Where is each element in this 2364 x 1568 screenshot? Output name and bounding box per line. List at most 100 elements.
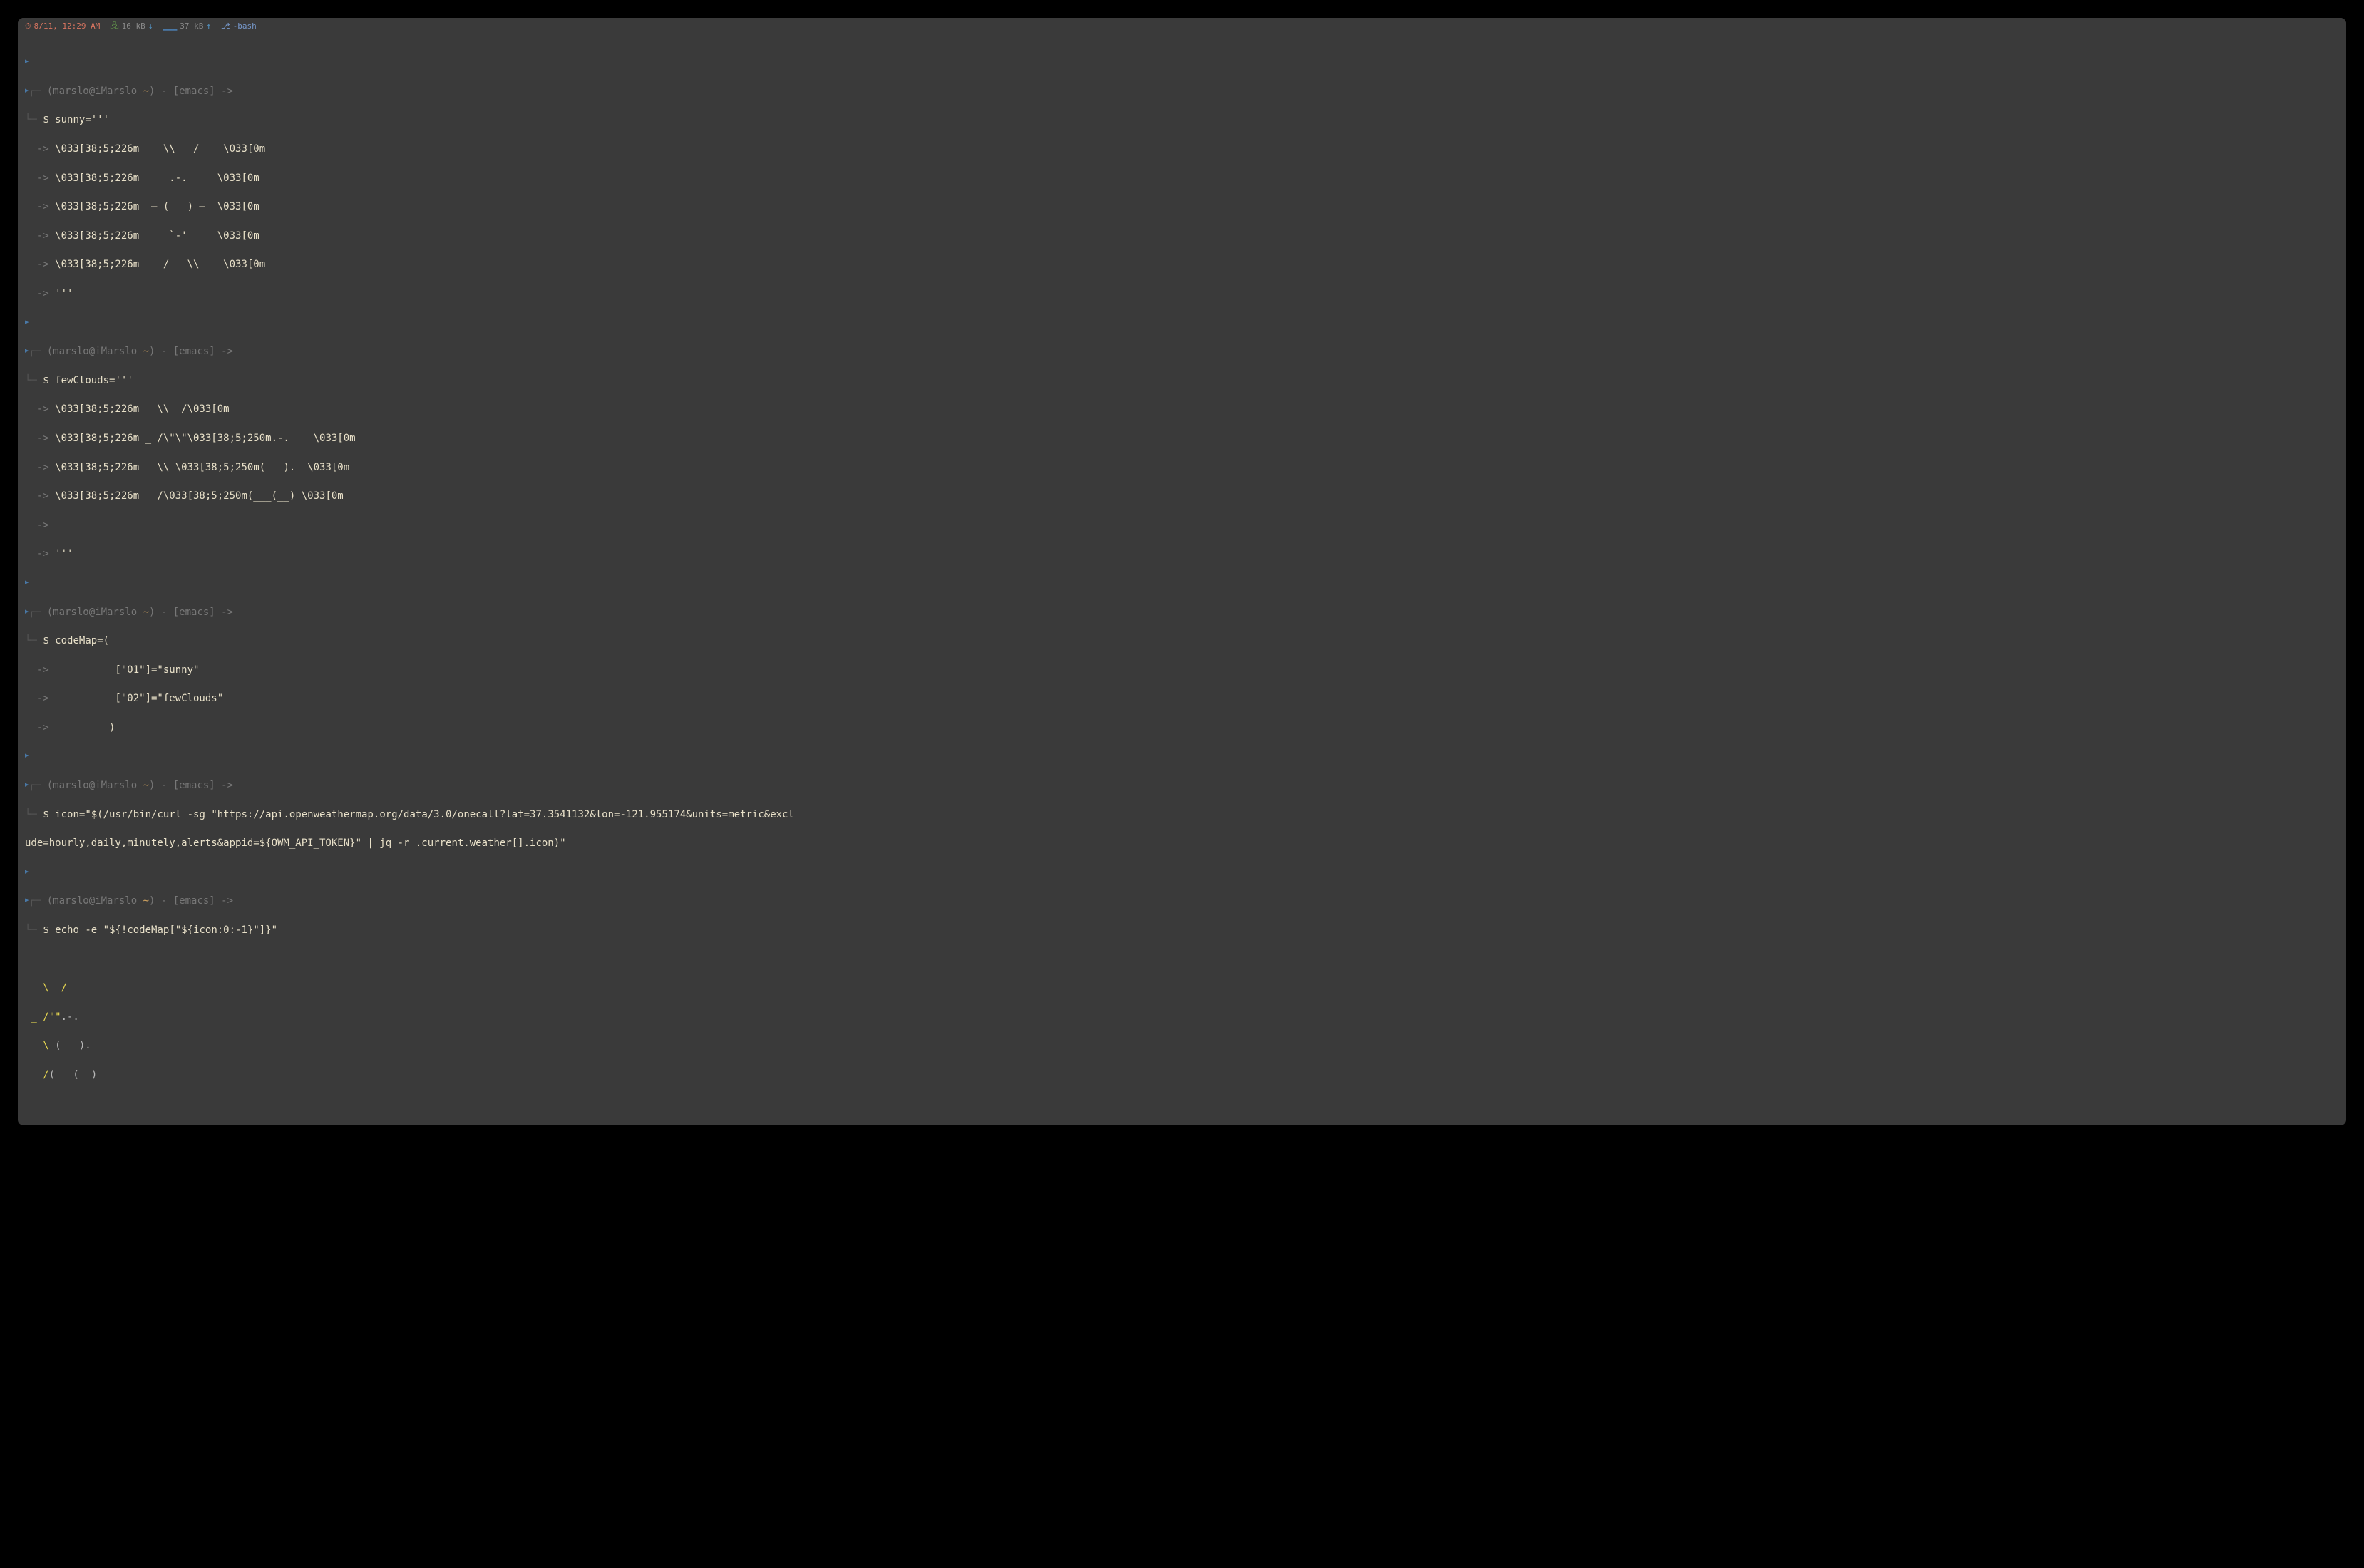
cont-arrow: -> (25, 548, 49, 559)
clock-status: 8/11, 12:29 AM (25, 21, 100, 32)
process-name: -bash (233, 21, 257, 32)
prompt-corner: └─ (25, 924, 37, 936)
command-line[interactable]: └─ $ fewClouds=''' (25, 373, 2339, 388)
network-down: 🖧 16 kB↓ (110, 21, 153, 32)
cont-arrow: -> (25, 288, 49, 299)
command-text: ''' (49, 288, 73, 299)
continuation-line[interactable]: -> ["02"]="fewClouds" (25, 691, 2339, 706)
prompt-context: (marslo@iMarslo (41, 607, 143, 618)
command-text: \033[38;5;226m ― ( ) ― \033[0m (49, 201, 259, 212)
cont-arrow: -> (25, 172, 49, 184)
cont-arrow: -> (25, 693, 49, 704)
net-down-value: 16 kB (122, 21, 145, 32)
command-text: codeMap=( (55, 635, 109, 646)
prompt-cwd: ~ (143, 895, 149, 907)
output-line: /(___(__) (25, 1068, 2339, 1082)
cont-arrow: -> (25, 664, 49, 676)
command-text: echo -e "${!codeMap["${icon:0:-1}"]}" (55, 924, 277, 936)
continuation-line[interactable]: -> \033[38;5;226m ― ( ) ― \033[0m (25, 200, 2339, 214)
continuation-line[interactable]: -> \033[38;5;226m .-. \033[0m (25, 171, 2339, 185)
status-bar: 8/11, 12:29 AM 🖧 16 kB↓ ▁▁▁ 37 kB↑ ⎇ -ba… (18, 18, 2346, 35)
network-icon: 🖧 (110, 21, 118, 32)
prompt-line: ▶┌─ (marslo@iMarslo ~) - [emacs] -> (25, 344, 2339, 359)
cont-arrow: -> (25, 230, 49, 242)
prompt-line: ▶┌─ (marslo@iMarslo ~) - [emacs] -> (25, 84, 2339, 98)
prompt-corner: └─ (25, 375, 37, 386)
command-text: \033[38;5;226m \\ /\033[0m (49, 403, 230, 415)
prompt-context: (marslo@iMarslo (41, 780, 143, 791)
cont-arrow: -> (25, 722, 49, 733)
output-line (25, 952, 2339, 966)
ascii-art: .-. (61, 1011, 79, 1023)
command-text: ) (49, 722, 115, 733)
continuation-line[interactable]: -> \033[38;5;226m `-' \033[0m (25, 229, 2339, 243)
terminal-content[interactable]: ▶ ▶┌─ (marslo@iMarslo ~) - [emacs] -> └─… (18, 35, 2346, 1125)
gutter-arrow-icon: ▶ (25, 319, 29, 326)
command-text: ''' (49, 548, 73, 559)
prompt-corner: ┌─ (29, 346, 41, 357)
continuation-line[interactable]: -> \033[38;5;226m \\ /\033[0m (25, 402, 2339, 416)
blank-line: ▶ (25, 865, 2339, 880)
prompt-suffix: ) - [emacs] -> (149, 346, 233, 357)
ascii-art: \_ (25, 1040, 55, 1051)
prompt-corner: ┌─ (29, 607, 41, 618)
cont-arrow: -> (25, 490, 49, 502)
command-line[interactable]: └─ $ sunny=''' (25, 113, 2339, 127)
cont-arrow: -> (25, 462, 49, 473)
command-text: \033[38;5;226m `-' \033[0m (49, 230, 259, 242)
prompt-cwd: ~ (143, 780, 149, 791)
continuation-line[interactable]: -> \033[38;5;226m / \\ \033[0m (25, 257, 2339, 272)
command-text: \033[38;5;226m _ /\"\"\033[38;5;250m.-. … (49, 433, 356, 444)
command-text: sunny=''' (55, 114, 109, 125)
cont-arrow: -> (25, 433, 49, 444)
command-text: fewClouds=''' (55, 375, 133, 386)
continuation-line[interactable]: -> ''' (25, 287, 2339, 301)
command-wrap[interactable]: ude=hourly,daily,minutely,alerts&appid=$… (25, 836, 2339, 850)
prompt-context: (marslo@iMarslo (41, 895, 143, 907)
prompt-dollar: $ (43, 809, 48, 820)
command-line[interactable]: └─ $ codeMap=( (25, 634, 2339, 648)
prompt-suffix: ) - [emacs] -> (149, 86, 233, 97)
blank-line: ▶ (25, 55, 2339, 69)
prompt-suffix: ) - [emacs] -> (149, 607, 233, 618)
command-text: \033[38;5;226m /\033[38;5;250m(___(__) \… (49, 490, 344, 502)
prompt-context: (marslo@iMarslo (41, 86, 143, 97)
prompt-dollar: $ (43, 924, 48, 936)
continuation-line[interactable]: -> \033[38;5;226m /\033[38;5;250m(___(__… (25, 489, 2339, 503)
gutter-arrow-icon: ▶ (25, 868, 29, 875)
command-text: ["01"]="sunny" (49, 664, 200, 676)
cont-arrow: -> (25, 520, 49, 531)
command-line[interactable]: └─ $ echo -e "${!codeMap["${icon:0:-1}"]… (25, 923, 2339, 937)
continuation-line[interactable]: -> (25, 518, 2339, 532)
prompt-corner: └─ (25, 635, 37, 646)
prompt-dollar: $ (43, 635, 48, 646)
blank-line: ▶ (25, 749, 2339, 763)
prompt-cwd: ~ (143, 346, 149, 357)
prompt-corner: ┌─ (29, 780, 41, 791)
ascii-art: \ / (25, 982, 67, 994)
command-line[interactable]: └─ $ icon="$(/usr/bin/curl -sg "https://… (25, 808, 2339, 822)
prompt-dollar: $ (43, 375, 48, 386)
prompt-context: (marslo@iMarslo (41, 346, 143, 357)
prompt-suffix: ) - [emacs] -> (149, 780, 233, 791)
ascii-art: _ /"" (25, 1011, 61, 1023)
process-status: ⎇ -bash (221, 21, 257, 32)
continuation-line[interactable]: -> \033[38;5;226m \\ / \033[0m (25, 142, 2339, 156)
continuation-line[interactable]: -> ) (25, 721, 2339, 735)
cont-arrow: -> (25, 259, 49, 270)
continuation-line[interactable]: -> \033[38;5;226m \\_\033[38;5;250m( ). … (25, 460, 2339, 475)
arrow-down-icon: ↓ (148, 21, 153, 32)
continuation-line[interactable]: -> ''' (25, 547, 2339, 561)
continuation-line[interactable]: -> \033[38;5;226m _ /\"\"\033[38;5;250m.… (25, 431, 2339, 445)
prompt-dollar: $ (43, 114, 48, 125)
prompt-line: ▶┌─ (marslo@iMarslo ~) - [emacs] -> (25, 778, 2339, 793)
continuation-line[interactable]: -> ["01"]="sunny" (25, 663, 2339, 677)
network-up: ▁▁▁ 37 kB↑ (163, 21, 211, 32)
prompt-suffix: ) - [emacs] -> (149, 895, 233, 907)
output-line: \_( ). (25, 1038, 2339, 1053)
prompt-line: ▶┌─ (marslo@iMarslo ~) - [emacs] -> (25, 605, 2339, 619)
prompt-corner: └─ (25, 114, 37, 125)
output-line: _ /"".-. (25, 1010, 2339, 1024)
arrow-up-icon: ↑ (206, 21, 211, 32)
ascii-art: ( ). (55, 1040, 91, 1051)
